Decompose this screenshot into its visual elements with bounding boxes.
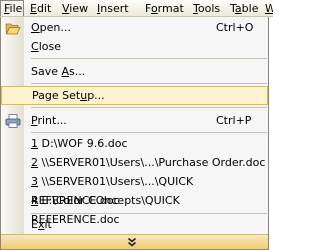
double-chevron-down-icon: [127, 237, 137, 247]
menu-separator: [31, 107, 267, 108]
folder-open-icon: [5, 23, 21, 35]
recent-file-2[interactable]: 2 \\SERVER01\Users\...\Purchase Order.do…: [1, 153, 268, 172]
menu-item-print[interactable]: Print... Ctrl+P: [1, 111, 268, 130]
menu-view[interactable]: View: [62, 0, 88, 16]
menu-tools[interactable]: Tools: [193, 0, 220, 16]
recent-file-1[interactable]: 1 D:\WOF 9.6.doc: [1, 134, 268, 153]
file-menu-dropdown: Open... Ctrl+O Close Save As... Page Set…: [0, 17, 269, 250]
recent-file-3[interactable]: 3 \\SERVER01\Users\...\QUICK REFERENCE.d…: [1, 172, 268, 207]
menu-expand-button[interactable]: [1, 234, 268, 249]
printer-icon: [5, 114, 21, 128]
menu-window[interactable]: W: [265, 0, 273, 16]
shortcut-open: Ctrl+O: [216, 21, 254, 34]
menu-format[interactable]: Format: [145, 0, 184, 16]
menu-separator: [31, 213, 267, 214]
menu-table[interactable]: Table: [230, 0, 258, 16]
menu-separator: [31, 83, 267, 84]
menu-item-exit[interactable]: Exit: [1, 215, 268, 234]
menu-file[interactable]: File: [0, 0, 24, 16]
menu-edit[interactable]: Edit: [30, 0, 51, 16]
word-file-menu-screenshot: File Edit View Insert Format Tools Table…: [0, 0, 273, 250]
menu-item-close[interactable]: Close: [1, 37, 268, 56]
menu-bar: File Edit View Insert Format Tools Table…: [0, 0, 273, 17]
shortcut-print: Ctrl+P: [216, 114, 252, 127]
menu-item-open[interactable]: Open... Ctrl+O: [1, 18, 268, 37]
recent-file-4[interactable]: 4 E:\Color COncepts\QUICK REFERENCE.doc: [1, 191, 268, 226]
menu-item-save-as[interactable]: Save As...: [1, 62, 268, 81]
menu-separator: [31, 132, 267, 133]
menu-insert[interactable]: Insert: [97, 0, 129, 16]
menu-separator: [31, 58, 267, 59]
menu-item-page-setup[interactable]: Page Setup...: [1, 86, 268, 105]
